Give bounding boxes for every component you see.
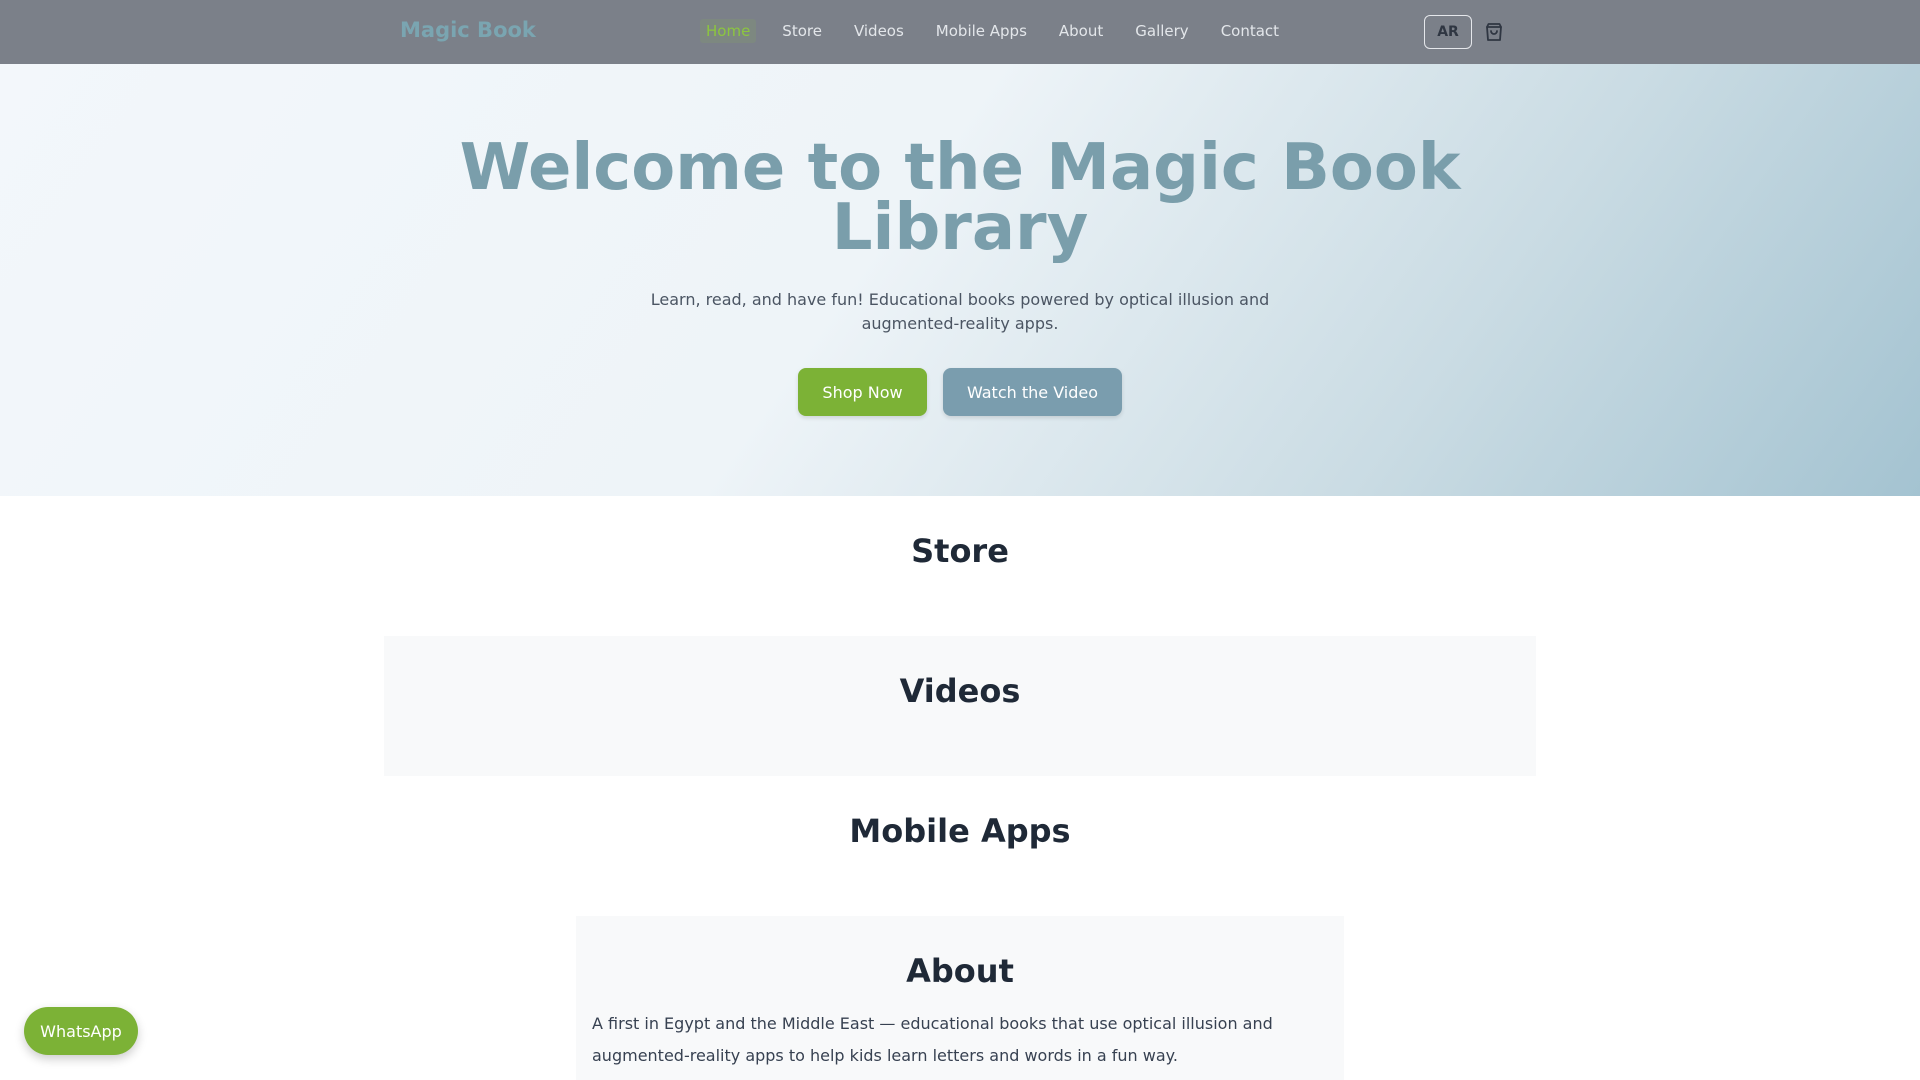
about-section: About A first in Egypt and the Middle Ea… — [576, 916, 1344, 1080]
hero-subtitle: Learn, read, and have fun! Educational b… — [650, 290, 1270, 333]
nav-gallery[interactable]: Gallery — [1129, 19, 1194, 43]
navbar-container: Magic Book Home Store Videos Mobile Apps… — [384, 0, 1536, 64]
videos-heading: Videos — [899, 672, 1021, 710]
language-toggle-button[interactable]: AR — [1424, 15, 1472, 49]
store-heading: Store — [911, 532, 1009, 570]
shopping-bag-icon[interactable] — [1482, 20, 1506, 44]
whatsapp-button[interactable]: WhatsApp — [24, 1007, 138, 1055]
watch-video-button[interactable]: Watch the Video — [943, 368, 1122, 416]
nav-contact[interactable]: Contact — [1215, 19, 1285, 43]
about-text: A first in Egypt and the Middle East — e… — [592, 1014, 1273, 1065]
mobile-apps-heading: Mobile Apps — [849, 812, 1071, 850]
shop-now-button[interactable]: Shop Now — [798, 368, 927, 416]
nav-videos[interactable]: Videos — [848, 19, 910, 43]
about-heading: About — [906, 952, 1014, 990]
nav-store[interactable]: Store — [776, 19, 828, 43]
nav-home[interactable]: Home — [700, 19, 757, 43]
main-nav: Home Store Videos Mobile Apps About Gall… — [700, 19, 1305, 43]
nav-about[interactable]: About — [1053, 19, 1109, 43]
brand-logo[interactable]: Magic Book — [400, 18, 536, 42]
nav-mobile-apps[interactable]: Mobile Apps — [930, 19, 1033, 43]
hero-section: Welcome to the Magic Book Library Learn,… — [0, 64, 1920, 496]
top-navbar: Magic Book Home Store Videos Mobile Apps… — [0, 0, 1920, 64]
hero-title: Welcome to the Magic Book Library — [459, 131, 1461, 265]
